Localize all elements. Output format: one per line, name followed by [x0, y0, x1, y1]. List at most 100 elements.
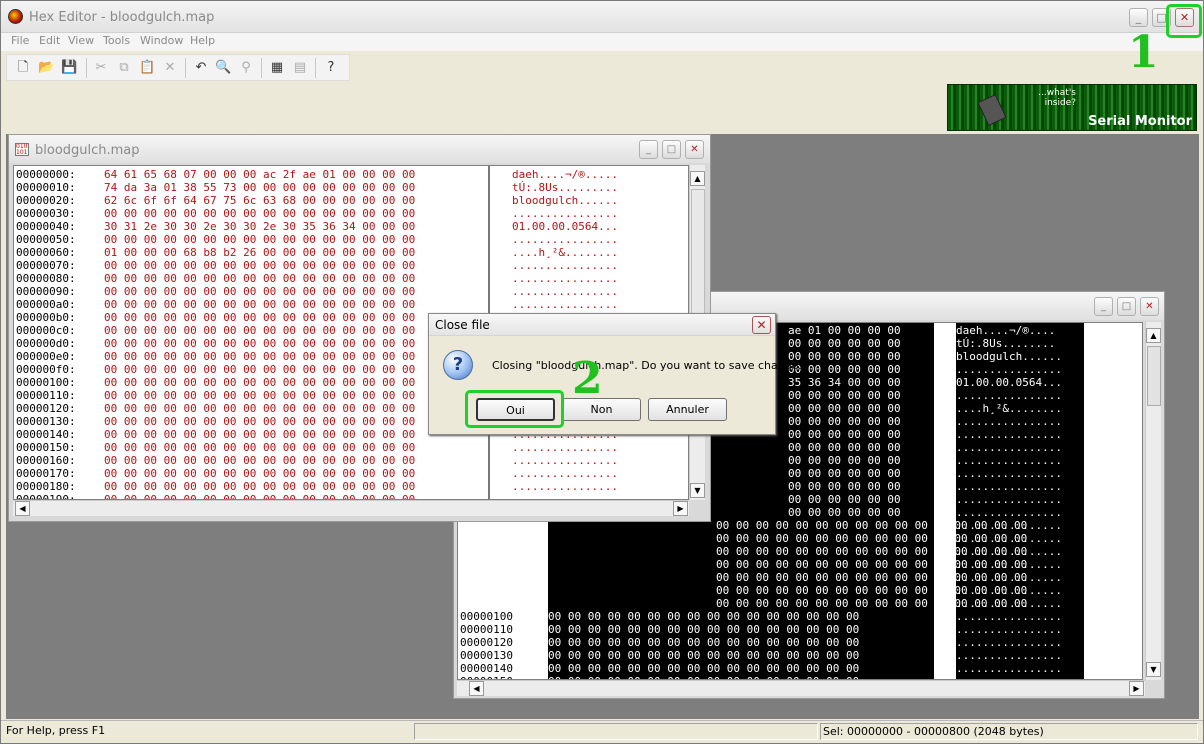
paste-icon[interactable]: 📋: [139, 60, 155, 76]
hex-bytes[interactable]: 35 36 34 00 00 00: [788, 376, 901, 389]
scroll-down-icon[interactable]: ▼: [1146, 662, 1161, 677]
child-close-button[interactable]: ✕: [685, 140, 704, 159]
scroll-up-icon[interactable]: ▲: [690, 171, 705, 186]
ascii-text[interactable]: ................: [956, 506, 1062, 519]
menu-window[interactable]: Window: [140, 34, 183, 47]
ascii-text[interactable]: ................: [956, 636, 1062, 649]
ascii-text[interactable]: ................: [956, 389, 1062, 402]
child-title-bar[interactable]: 01011010 bloodgulch.map _ □ ✕: [9, 135, 710, 163]
window-list-icon[interactable]: ▦: [269, 60, 285, 76]
menu-tools[interactable]: Tools: [103, 34, 130, 47]
child-minimize-button[interactable]: _: [639, 140, 658, 159]
delete-icon[interactable]: ✕: [162, 60, 178, 76]
minimize-button[interactable]: _: [1129, 8, 1148, 27]
child-maximize-button[interactable]: □: [1117, 297, 1136, 316]
hex-bytes[interactable]: 00 00 00 00 00 00 00 00 00 00 00 00 00 0…: [548, 610, 859, 623]
ascii-text[interactable]: ................: [956, 415, 1062, 428]
hex-bytes[interactable]: 00 00 00 00 00 00 00 00 00 00 00 00 00 0…: [104, 428, 415, 441]
ascii-text[interactable]: ................: [512, 493, 618, 499]
hex-bytes[interactable]: 00 00 00 00 00 00: [788, 428, 901, 441]
ascii-text[interactable]: ................: [512, 441, 618, 454]
menu-help[interactable]: Help: [190, 34, 215, 47]
replace-icon[interactable]: ⚲: [238, 60, 254, 76]
ascii-text[interactable]: ................: [512, 207, 618, 220]
hex-bytes[interactable]: 00 00 00 00 00 00: [788, 480, 901, 493]
hex-bytes[interactable]: 00 00 00 00 00 00 00 00 00 00 00 00 00 0…: [548, 649, 859, 662]
hex-bytes[interactable]: 00 00 00 00 00 00 00 00 00 00 00 00 00 0…: [548, 636, 859, 649]
ascii-text[interactable]: ................: [956, 493, 1062, 506]
ascii-text[interactable]: ................: [956, 545, 1062, 558]
dialog-close-button[interactable]: ✕: [752, 316, 771, 334]
ascii-text[interactable]: ................: [956, 441, 1062, 454]
hex-bytes[interactable]: 00 00 00 00 00 00 00 00 00 00 00 00 00 0…: [104, 311, 415, 324]
hex-bytes[interactable]: 00 00 00 00 00 00 00 00 00 00 00 00 00 0…: [104, 454, 415, 467]
ascii-text[interactable]: ....h¸²&........: [512, 246, 618, 259]
hex-bytes[interactable]: 01 00 00 00 68 b8 b2 26 00 00 00 00 00 0…: [104, 246, 415, 259]
find-icon[interactable]: 🔍: [215, 60, 231, 76]
hex-bytes[interactable]: 00 00 00 00 00 00 00 00 00 00 00 00 00 0…: [104, 493, 415, 499]
hex-bytes[interactable]: 00 00 00 00 00 00 00 00 00 00 00 00 00 0…: [104, 350, 415, 363]
ascii-text[interactable]: ................: [956, 610, 1062, 623]
ascii-text[interactable]: ................: [956, 467, 1062, 480]
hex-bytes[interactable]: 00 00 00 00 00 00 00 00 00 00 00 00 00 0…: [104, 376, 415, 389]
hex-bytes[interactable]: 00 00 00 00 00 00: [788, 402, 901, 415]
child-maximize-button[interactable]: □: [662, 140, 681, 159]
hex-bytes[interactable]: 00 00 00 00 00 00 00 00 00 00 00 00 00 0…: [548, 662, 859, 675]
hex-bytes[interactable]: 00 00 00 00 00 00 00 00 00 00 00 00 00 0…: [104, 441, 415, 454]
new-file-icon[interactable]: 🗋: [15, 60, 31, 76]
ascii-text[interactable]: daeh....¬/®.....: [512, 168, 618, 181]
ascii-text[interactable]: ....h¸²&........: [956, 402, 1062, 415]
hex-bytes[interactable]: 00 00 00 00 00 00 00 00 00 00 00 00 00 0…: [104, 415, 415, 428]
vertical-scrollbar[interactable]: ▲ ▼: [1145, 322, 1161, 680]
ascii-text[interactable]: 01.00.00.0564...: [512, 220, 618, 233]
hex-bytes[interactable]: 74 da 3a 01 38 55 73 00 00 00 00 00 00 0…: [104, 181, 415, 194]
ascii-text[interactable]: ................: [512, 233, 618, 246]
undo-icon[interactable]: ↶: [193, 60, 209, 76]
dialog-title-bar[interactable]: Close file ✕: [429, 314, 775, 336]
ascii-text[interactable]: ................: [956, 584, 1062, 597]
hex-bytes[interactable]: 00 00 00 00 00 00: [788, 506, 901, 519]
ascii-text[interactable]: ................: [956, 597, 1062, 610]
hex-bytes[interactable]: 64 61 65 68 07 00 00 00 ac 2f ae 01 00 0…: [104, 168, 415, 181]
ascii-text[interactable]: ................: [956, 480, 1062, 493]
scroll-right-icon[interactable]: ▶: [673, 501, 688, 516]
ascii-text[interactable]: ................: [956, 454, 1062, 467]
scroll-up-icon[interactable]: ▲: [1146, 328, 1161, 343]
hex-bytes[interactable]: 00 00 00 00 00 00: [788, 467, 901, 480]
serial-monitor-banner[interactable]: ...what's inside? Serial Monitor: [947, 84, 1197, 131]
ascii-text[interactable]: ................: [512, 480, 618, 493]
hex-bytes[interactable]: 00 00 00 00 00 00 00 00 00 00 00 00 00 0…: [104, 363, 415, 376]
ascii-text[interactable]: ................: [512, 259, 618, 272]
scroll-right-icon[interactable]: ▶: [1129, 681, 1144, 696]
ascii-text[interactable]: tÚ:.8Us.........: [512, 181, 618, 194]
ascii-text[interactable]: bloodgulch......: [956, 350, 1062, 363]
hex-bytes[interactable]: 00 00 00 00 00 00: [788, 454, 901, 467]
ascii-text[interactable]: ................: [956, 623, 1062, 636]
hex-bytes[interactable]: 00 00 00 00 00 00 00 00 00 00 00 00 00 0…: [104, 233, 415, 246]
child-minimize-button[interactable]: _: [1094, 297, 1113, 316]
scroll-down-icon[interactable]: ▼: [690, 483, 705, 498]
copy-icon[interactable]: ⧉: [116, 60, 132, 76]
hex-bytes[interactable]: 30 31 2e 30 30 2e 30 30 2e 30 35 36 34 0…: [104, 220, 415, 233]
hex-bytes[interactable]: 00 00 00 00 00 00: [788, 415, 901, 428]
window-cascade-icon[interactable]: ▤: [292, 60, 308, 76]
ascii-text[interactable]: 01.00.00.0564...: [956, 376, 1062, 389]
hex-bytes[interactable]: 00 00 00 00 00 00 00 00 00 00 00 00 00 0…: [104, 324, 415, 337]
hex-bytes[interactable]: 00 00 00 00 00 00 00 00 00 00 00 00 00 0…: [104, 259, 415, 272]
menu-file[interactable]: File: [11, 34, 29, 47]
ascii-text[interactable]: ................: [512, 298, 618, 311]
ascii-text[interactable]: ................: [512, 454, 618, 467]
hex-bytes[interactable]: 00 00 00 00 00 00: [788, 493, 901, 506]
hex-bytes[interactable]: 00 00 00 00 00 00 00 00 00 00 00 00 00 0…: [104, 389, 415, 402]
child-close-button[interactable]: ✕: [1140, 297, 1159, 316]
ascii-text[interactable]: ................: [512, 467, 618, 480]
ascii-text[interactable]: ................: [956, 558, 1062, 571]
ascii-text[interactable]: ................: [956, 649, 1062, 662]
ascii-text[interactable]: ................: [956, 363, 1062, 376]
ascii-text[interactable]: tÚ:.8Us........: [956, 337, 1055, 350]
ascii-text[interactable]: bloodgulch......: [512, 194, 618, 207]
menu-edit[interactable]: Edit: [39, 34, 60, 47]
hex-bytes[interactable]: 00 00 00 00 00 00 00 00 00 00 00 00 00 0…: [104, 480, 415, 493]
ascii-text[interactable]: ................: [512, 285, 618, 298]
horizontal-scrollbar[interactable]: ◀ ▶: [13, 500, 689, 516]
